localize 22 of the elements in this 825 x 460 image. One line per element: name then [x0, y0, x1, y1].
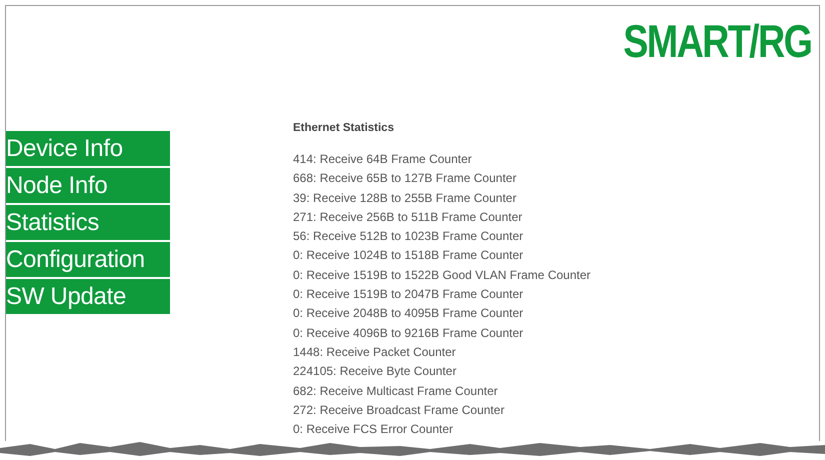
- logo: SMART/RG: [622, 18, 811, 69]
- stat-line: 0: Receive 4096B to 9216B Frame Counter: [293, 324, 524, 342]
- stat-line: 0: Receive 2048B to 4095B Frame Counter: [293, 305, 524, 322]
- stat-line: 668: Receive 65B to 127B Frame Counter: [293, 170, 518, 188]
- stat-line: 414: Receive 64B Frame Counter: [293, 151, 473, 168]
- stat-line: 0: Receive 1024B to 1518B Frame Counter: [293, 247, 524, 264]
- stat-line: 0: Receive FCS Error Counter: [293, 421, 454, 438]
- nav-button[interactable]: Statistics: [6, 205, 170, 240]
- stat-line: 224105: Receive Byte Counter: [293, 363, 458, 380]
- nav-button[interactable]: Configuration: [6, 242, 170, 277]
- stat-line: 39: Receive 128B to 255B Frame Counter: [293, 190, 518, 207]
- stat-line: 682: Receive Multicast Frame Counter: [293, 382, 499, 400]
- nav-button[interactable]: Node Info: [6, 168, 170, 203]
- stat-line: 0: Receive 1519B to 1522B Good VLAN Frame Counter: [293, 266, 591, 284]
- stat-line: 271: Receive 256B to 511B Frame Counter: [293, 208, 524, 226]
- section-title: Ethernet Statistics: [293, 122, 395, 134]
- stat-line: 1448: Receive Packet Counter: [293, 344, 457, 361]
- nav-button[interactable]: Device Info: [6, 131, 170, 166]
- nav-button[interactable]: SW Update: [6, 279, 170, 314]
- stat-line: 272: Receive Broadcast Frame Counter: [293, 402, 506, 419]
- stat-line: 56: Receive 512B to 1023B Frame Counter: [293, 228, 524, 246]
- stat-line: 0: Receive 1519B to 2047B Frame Counter: [293, 286, 524, 304]
